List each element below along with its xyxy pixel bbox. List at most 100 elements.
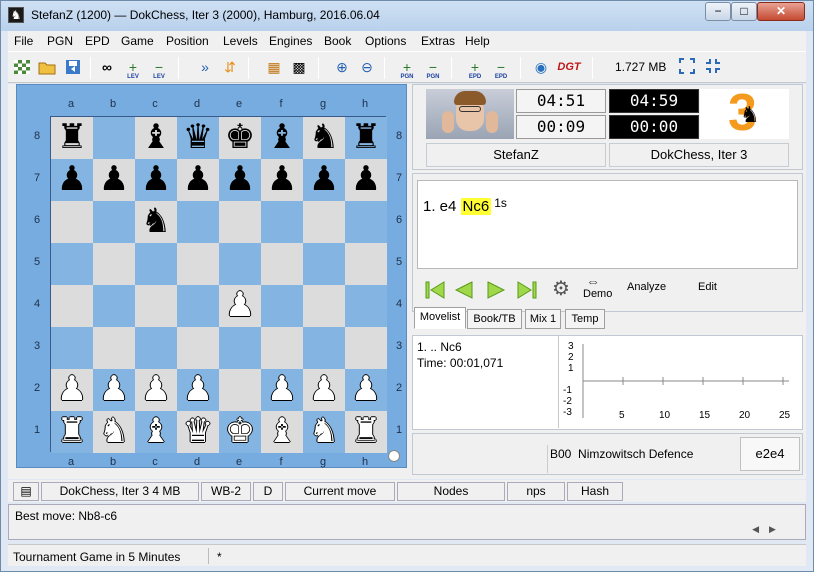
menu-epd[interactable]: EPD — [85, 34, 110, 48]
menu-options[interactable]: Options — [365, 34, 406, 48]
move-notation-box[interactable]: 1. e4 Nc6 1s — [417, 180, 798, 269]
square-e5[interactable] — [219, 243, 261, 285]
black-bishop-icon[interactable]: ♝ — [261, 117, 303, 159]
tab-movelist[interactable]: Movelist — [414, 307, 466, 329]
square-h7[interactable]: ♟ — [345, 159, 387, 201]
square-a4[interactable] — [51, 285, 93, 327]
menu-engines[interactable]: Engines — [269, 34, 312, 48]
menu-levels[interactable]: Levels — [223, 34, 258, 48]
square-g2[interactable]: ♟ — [303, 369, 345, 411]
maximize-button[interactable]: □ — [731, 2, 757, 21]
white-knight-icon[interactable]: ♞ — [303, 411, 345, 453]
last-move-button[interactable] — [514, 278, 540, 302]
square-e8[interactable]: ♚ — [219, 117, 261, 159]
square-b6[interactable] — [93, 201, 135, 243]
square-d3[interactable] — [177, 327, 219, 369]
menu-help[interactable]: Help — [465, 34, 490, 48]
square-h5[interactable] — [345, 243, 387, 285]
square-e4[interactable]: ♟ — [219, 285, 261, 327]
infinite-analysis-icon[interactable]: ∞ — [96, 57, 118, 79]
menu-extras[interactable]: Extras — [421, 34, 455, 48]
square-a3[interactable] — [51, 327, 93, 369]
square-h1[interactable]: ♜ — [345, 411, 387, 453]
white-pawn-icon[interactable]: ♟ — [345, 369, 387, 411]
square-d7[interactable]: ♟ — [177, 159, 219, 201]
black-pawn-icon[interactable]: ♟ — [345, 159, 387, 201]
square-f3[interactable] — [261, 327, 303, 369]
black-knight-icon[interactable]: ♞ — [303, 117, 345, 159]
white-pawn-icon[interactable]: ♟ — [303, 369, 345, 411]
menu-pgn[interactable]: PGN — [47, 34, 73, 48]
square-b1[interactable]: ♞ — [93, 411, 135, 453]
black-pawn-icon[interactable]: ♟ — [303, 159, 345, 201]
square-h6[interactable] — [345, 201, 387, 243]
square-d6[interactable] — [177, 201, 219, 243]
square-b8[interactable] — [93, 117, 135, 159]
tab-mix-1[interactable]: Mix 1 — [525, 309, 561, 329]
square-g6[interactable] — [303, 201, 345, 243]
close-button[interactable]: ✕ — [757, 2, 805, 21]
current-move[interactable]: Nc6 — [460, 198, 492, 215]
black-bishop-icon[interactable]: ♝ — [135, 117, 177, 159]
menu-game[interactable]: Game — [121, 34, 154, 48]
black-rook-icon[interactable]: ♜ — [51, 117, 93, 159]
white-pawn-icon[interactable]: ♟ — [135, 369, 177, 411]
demo-arrows-icon[interactable]: ⇔ — [586, 273, 600, 289]
edit-button[interactable]: Edit — [698, 281, 717, 293]
square-a1[interactable]: ♜ — [51, 411, 93, 453]
square-g3[interactable] — [303, 327, 345, 369]
square-a7[interactable]: ♟ — [51, 159, 93, 201]
square-g1[interactable]: ♞ — [303, 411, 345, 453]
new-game-board-icon[interactable] — [11, 57, 33, 79]
square-d5[interactable] — [177, 243, 219, 285]
square-a5[interactable] — [51, 243, 93, 285]
square-h2[interactable]: ♟ — [345, 369, 387, 411]
square-e1[interactable]: ♚ — [219, 411, 261, 453]
square-h4[interactable] — [345, 285, 387, 327]
square-c6[interactable]: ♞ — [135, 201, 177, 243]
square-d8[interactable]: ♛ — [177, 117, 219, 159]
black-pawn-icon[interactable]: ♟ — [261, 159, 303, 201]
white-pawn-icon[interactable]: ♟ — [261, 369, 303, 411]
white-king-icon[interactable]: ♚ — [219, 411, 261, 453]
demo-button[interactable]: Demo — [583, 288, 612, 300]
square-c5[interactable] — [135, 243, 177, 285]
white-rook-icon[interactable]: ♜ — [51, 411, 93, 453]
square-d1[interactable]: ♛ — [177, 411, 219, 453]
white-pawn-icon[interactable]: ♟ — [93, 369, 135, 411]
add-epd-icon[interactable]: + EPD — [464, 57, 486, 80]
square-a2[interactable]: ♟ — [51, 369, 93, 411]
square-a6[interactable] — [51, 201, 93, 243]
menu-position[interactable]: Position — [166, 34, 209, 48]
next-move-button[interactable] — [483, 278, 509, 302]
engine-settings-icon[interactable]: ▩ — [288, 57, 310, 79]
black-pawn-icon[interactable]: ♟ — [219, 159, 261, 201]
black-pawn-icon[interactable]: ♟ — [93, 159, 135, 201]
square-f7[interactable]: ♟ — [261, 159, 303, 201]
square-b5[interactable] — [93, 243, 135, 285]
black-rook-icon[interactable]: ♜ — [345, 117, 387, 159]
menu-book[interactable]: Book — [324, 34, 351, 48]
setup-position-icon[interactable]: ▦ — [263, 57, 285, 79]
chess-board[interactable]: ♜ ♝ ♛ ♚ ♝ ♞ ♜ ♟ ♟ ♟ ♟ ♟ ♟ ♟ ♟ ♞ ♟ ♟ ♟ ♟ ♟ ♟ ♟ ♟ ♜ ♞ ♝ ♛ ♚ ♝ ♞ ♜ — [50, 116, 387, 453]
white-knight-icon[interactable]: ♞ — [93, 411, 135, 453]
expand-window-icon[interactable] — [676, 57, 698, 79]
white-bishop-icon[interactable]: ♝ — [135, 411, 177, 453]
square-d2[interactable]: ♟ — [177, 369, 219, 411]
square-c4[interactable] — [135, 285, 177, 327]
square-f8[interactable]: ♝ — [261, 117, 303, 159]
add-pgn-icon[interactable]: + PGN — [396, 57, 418, 80]
square-e3[interactable] — [219, 327, 261, 369]
square-g4[interactable] — [303, 285, 345, 327]
square-e6[interactable] — [219, 201, 261, 243]
analyze-button[interactable]: Analyze — [627, 281, 666, 293]
square-c1[interactable]: ♝ — [135, 411, 177, 453]
black-king-icon[interactable]: ♚ — [219, 117, 261, 159]
square-f1[interactable]: ♝ — [261, 411, 303, 453]
globe-icon[interactable]: ◉ — [530, 57, 552, 79]
square-b4[interactable] — [93, 285, 135, 327]
white-bishop-icon[interactable]: ♝ — [261, 411, 303, 453]
square-e7[interactable]: ♟ — [219, 159, 261, 201]
flip-board-icon[interactable]: ⇵ — [219, 57, 241, 79]
fast-forward-icon[interactable]: » — [194, 57, 216, 79]
